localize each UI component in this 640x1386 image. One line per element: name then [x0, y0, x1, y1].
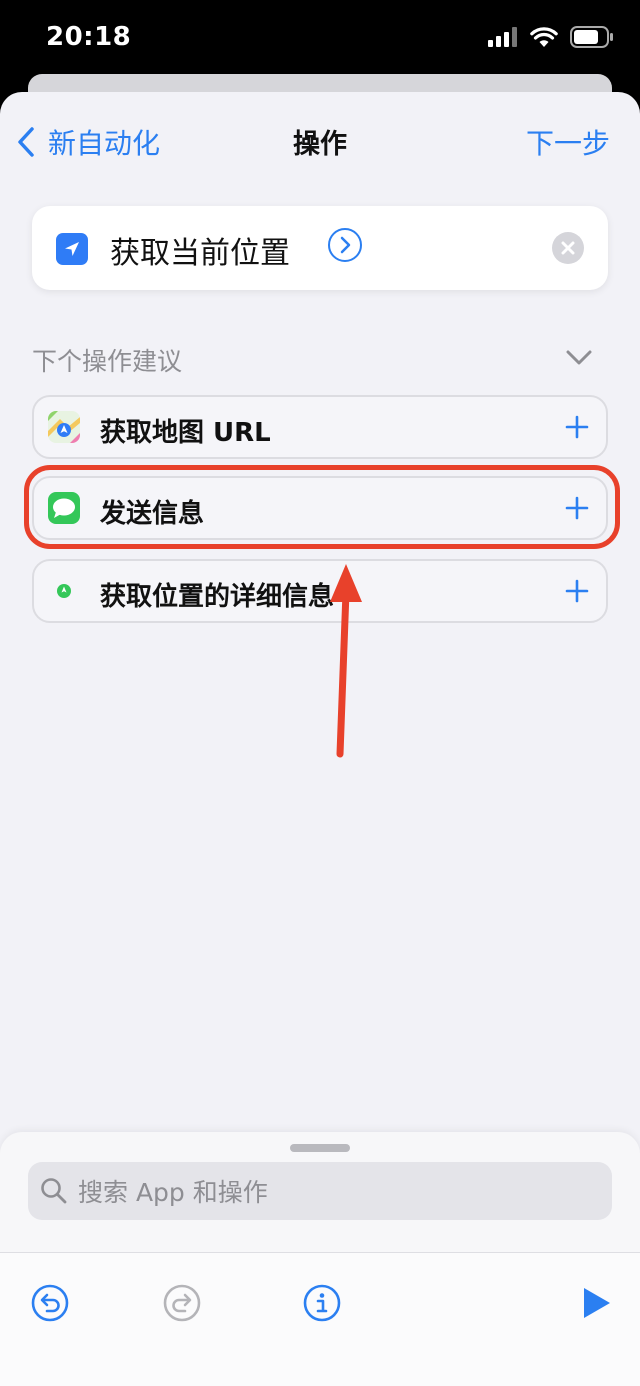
- search-input[interactable]: [76, 1172, 600, 1212]
- maps-app-icon: [48, 411, 80, 443]
- back-button[interactable]: 新自动化: [16, 122, 160, 162]
- cellular-signal-icon: [488, 27, 517, 47]
- suggestion-label: 获取地图 URL: [100, 418, 271, 448]
- next-button[interactable]: 下一步: [526, 122, 610, 162]
- suggestion-item-get-location-details[interactable]: 获取位置的详细信息: [32, 559, 608, 623]
- plus-icon[interactable]: [564, 578, 590, 604]
- suggestion-label: 发送信息: [100, 499, 205, 529]
- suggestions-title: 下个操作建议: [32, 347, 183, 376]
- chevron-down-icon[interactable]: [566, 350, 592, 366]
- search-icon: [41, 1178, 67, 1204]
- info-icon[interactable]: [302, 1283, 342, 1323]
- location-info-icon: [48, 575, 80, 607]
- back-button-label: 新自动化: [48, 127, 161, 160]
- editor-toolbar: [0, 1252, 640, 1386]
- suggestion-item-send-message[interactable]: 发送信息: [32, 476, 608, 540]
- chevron-left-icon: [18, 127, 34, 157]
- messages-app-icon: [48, 492, 80, 524]
- actions-sheet: 新自动化 操作 下一步 获取当前位置 下个操作建议 获取地图 URL 发送信息 …: [0, 92, 640, 1386]
- redo-icon[interactable]: [162, 1283, 202, 1323]
- plus-icon[interactable]: [564, 414, 590, 440]
- clear-icon[interactable]: [552, 232, 584, 264]
- suggestion-item-get-map-url[interactable]: 获取地图 URL: [32, 395, 608, 459]
- sheet-grabber[interactable]: [290, 1144, 350, 1152]
- suggestion-label: 获取位置的详细信息: [100, 582, 335, 612]
- current-action-label: 获取当前位置: [110, 236, 290, 271]
- plus-icon[interactable]: [564, 495, 590, 521]
- bottom-panel: [0, 1132, 640, 1386]
- location-arrow-icon: [56, 233, 88, 265]
- chevron-right-circle-icon[interactable]: [328, 228, 362, 262]
- wifi-icon: [530, 27, 558, 47]
- undo-icon[interactable]: [30, 1283, 70, 1323]
- search-bar[interactable]: [28, 1162, 612, 1220]
- play-icon[interactable]: [576, 1283, 616, 1323]
- current-action-card[interactable]: 获取当前位置: [32, 206, 608, 290]
- battery-icon: [570, 26, 613, 48]
- status-time: 20:18: [46, 22, 132, 52]
- status-icons: [488, 26, 614, 48]
